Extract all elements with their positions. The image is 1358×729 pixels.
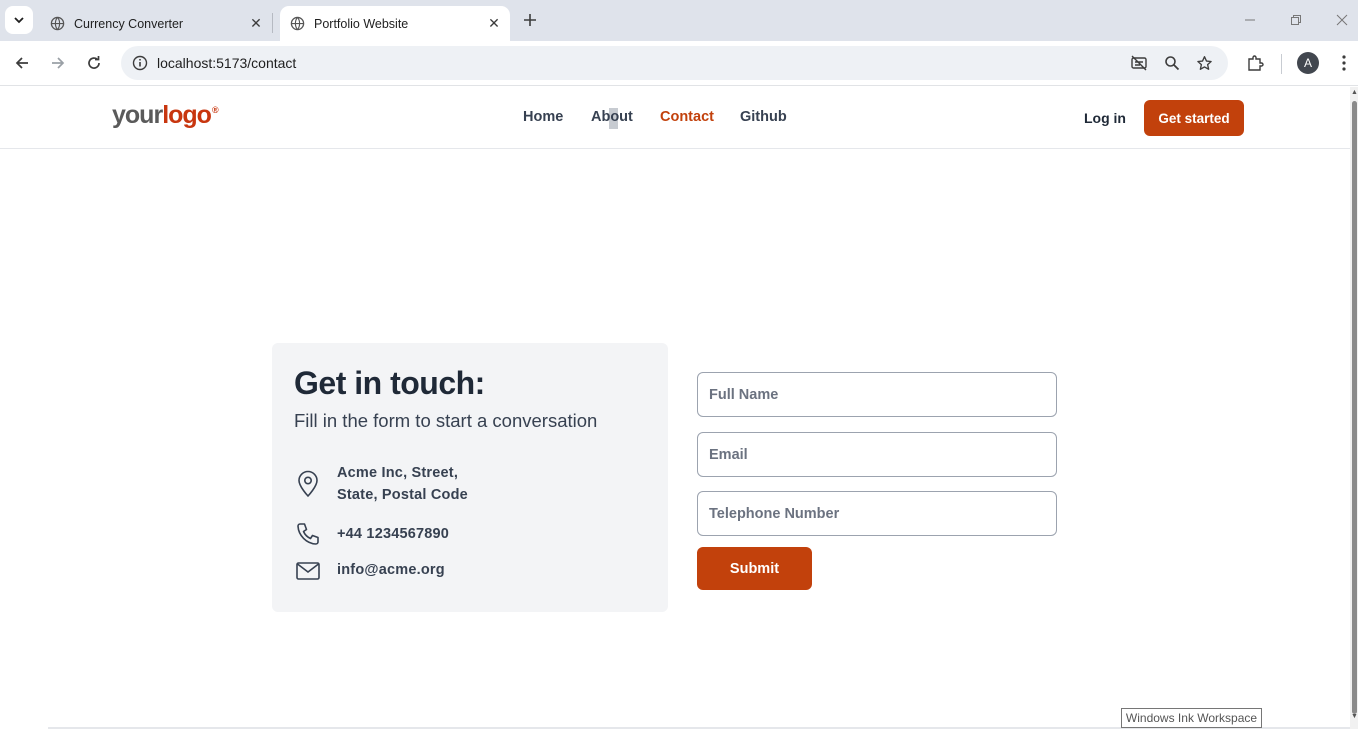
map-pin-icon xyxy=(294,470,322,498)
forward-button[interactable] xyxy=(43,48,73,78)
tab-search-button[interactable] xyxy=(5,6,33,34)
window-close-button[interactable] xyxy=(1319,0,1358,40)
close-icon[interactable]: ✕ xyxy=(484,14,504,34)
close-icon[interactable]: ✕ xyxy=(246,14,266,34)
site-info-icon[interactable] xyxy=(129,52,151,74)
contact-title: Get in touch: xyxy=(294,365,485,401)
more-menu-icon[interactable] xyxy=(1332,51,1356,75)
get-started-button[interactable]: Get started xyxy=(1144,100,1244,136)
extensions-icon[interactable] xyxy=(1243,51,1267,75)
address-line-1: Acme Inc, Street, xyxy=(337,465,459,481)
windows-ink-tooltip: Windows Ink Workspace xyxy=(1121,708,1262,728)
chevron-down-icon xyxy=(14,17,24,24)
globe-icon xyxy=(49,16,65,32)
email-input[interactable] xyxy=(697,432,1057,477)
mail-icon xyxy=(294,557,322,585)
full-name-input[interactable] xyxy=(697,372,1057,417)
phone-icon xyxy=(294,520,322,548)
tab-separator xyxy=(272,13,273,33)
site-logo[interactable]: yourlogo® xyxy=(112,101,219,130)
logo-registered-mark: ® xyxy=(211,105,219,115)
submit-button[interactable]: Submit xyxy=(697,547,812,590)
restore-button[interactable] xyxy=(1273,0,1319,40)
restore-icon xyxy=(1291,15,1301,25)
browser-tab-bar: Currency Converter ✕ Portfolio Website ✕ xyxy=(0,0,1358,41)
nav-contact[interactable]: Contact xyxy=(660,109,714,125)
login-link[interactable]: Log in xyxy=(1084,110,1126,126)
plus-icon xyxy=(524,14,536,26)
eye-off-icon[interactable] xyxy=(1128,52,1150,74)
minimize-button[interactable] xyxy=(1227,0,1273,40)
minimize-icon xyxy=(1245,19,1255,21)
back-button[interactable] xyxy=(7,48,37,78)
nav-github[interactable]: Github xyxy=(740,109,787,125)
zoom-icon[interactable] xyxy=(1161,52,1183,74)
new-tab-button[interactable] xyxy=(518,8,542,32)
logo-text-part1: your xyxy=(112,101,163,129)
star-icon[interactable] xyxy=(1193,52,1215,74)
nav-about[interactable]: About xyxy=(591,109,633,125)
address-bar[interactable]: localhost:5173/contact xyxy=(121,46,1228,80)
telephone-input[interactable] xyxy=(697,491,1057,536)
email-text: info@acme.org xyxy=(337,562,445,578)
toolbar-divider xyxy=(1281,54,1282,74)
nav-home[interactable]: Home xyxy=(523,109,563,125)
contact-subtitle: Fill in the form to start a conversation xyxy=(294,410,598,431)
tab-portfolio-website[interactable]: Portfolio Website ✕ xyxy=(280,6,510,41)
arrow-right-icon xyxy=(52,57,65,69)
reload-button[interactable] xyxy=(79,48,109,78)
arrow-left-icon xyxy=(15,57,28,69)
address-text: Acme Inc, Street, State, Postal Code xyxy=(337,462,468,506)
browser-toolbar: localhost:5173/contact A xyxy=(0,41,1358,86)
scroll-down-arrow-icon[interactable]: ▼ xyxy=(1351,713,1358,720)
site-header: yourlogo® Home About Contact Github Log … xyxy=(0,87,1350,149)
reload-icon xyxy=(88,56,100,69)
contact-info-card: Get in touch: Fill in the form to start … xyxy=(272,343,668,612)
scroll-up-arrow-icon[interactable]: ▲ xyxy=(1351,89,1358,96)
scrollbar-thumb[interactable] xyxy=(1352,101,1357,714)
profile-avatar[interactable]: A xyxy=(1297,52,1319,74)
address-url: localhost:5173/contact xyxy=(157,55,297,71)
address-line-2: State, Postal Code xyxy=(337,487,468,503)
globe-icon xyxy=(289,16,305,32)
phone-text: +44 1234567890 xyxy=(337,526,450,542)
tab-title: Portfolio Website xyxy=(314,16,409,31)
logo-text-part2: logo xyxy=(162,101,212,129)
tab-title: Currency Converter xyxy=(74,16,184,31)
page-viewport: yourlogo® Home About Contact Github Log … xyxy=(0,87,1358,729)
close-icon xyxy=(1336,14,1348,26)
tab-currency-converter[interactable]: Currency Converter ✕ xyxy=(40,6,272,41)
